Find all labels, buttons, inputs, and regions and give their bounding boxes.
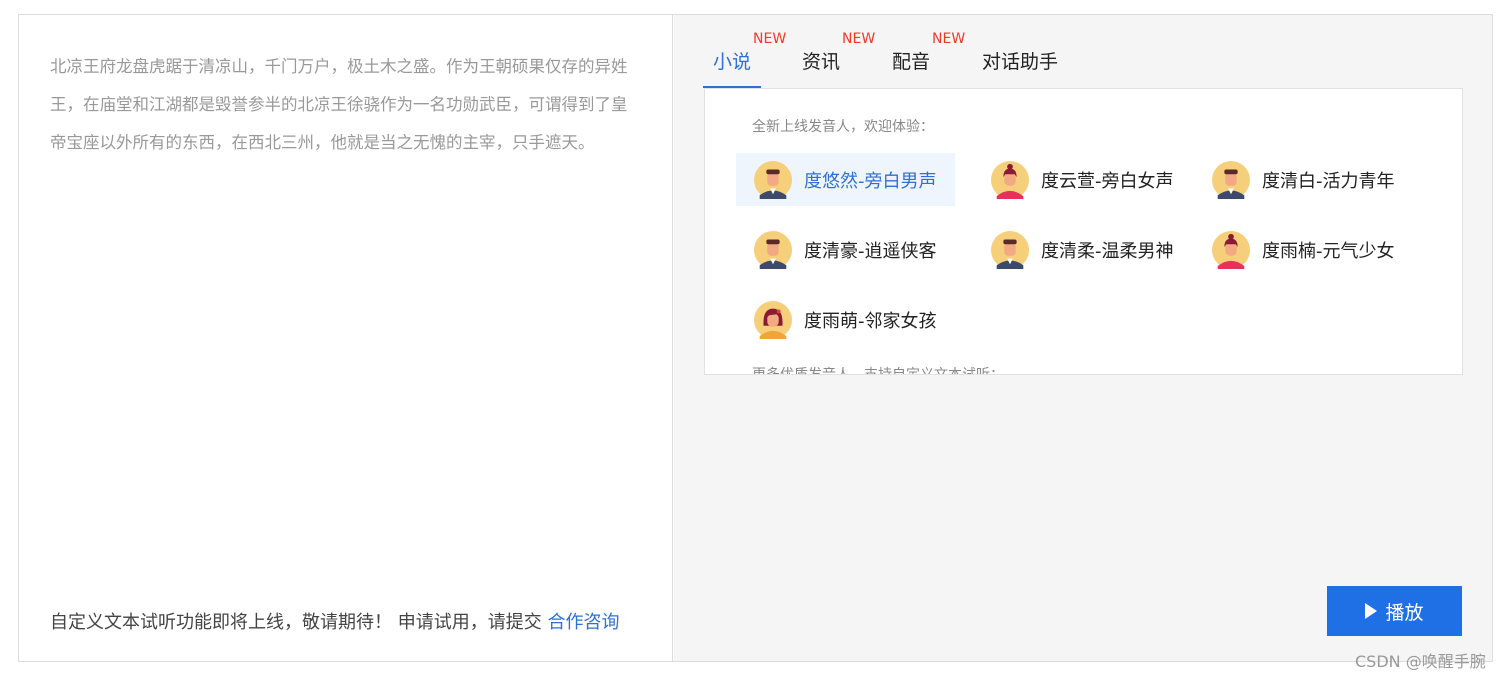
voice-name: 度清豪-逍遥侠客 bbox=[804, 240, 937, 262]
watermark: CSDN @唤醒手腕 bbox=[1355, 652, 1486, 671]
girl-avatar-icon bbox=[754, 300, 792, 339]
voice-name: 度云萱-旁白女声 bbox=[1041, 170, 1174, 192]
tab-novel[interactable]: 小说 NEW bbox=[702, 31, 786, 88]
cooperation-link[interactable]: 合作咨询 bbox=[547, 612, 619, 633]
tab-label: 对话助手 bbox=[982, 51, 1059, 73]
play-icon bbox=[1365, 603, 1378, 619]
tab-dialog-assistant[interactable]: 对话助手 bbox=[982, 35, 1058, 88]
notice-text: 自定义文本试听功能即将上线，敬请期待！ 申请试用，请提交 bbox=[50, 612, 548, 633]
female-avatar-icon bbox=[1212, 230, 1250, 269]
voice-list-panel: 全新上线发音人，欢迎体验： 度悠然-旁白男声 度云萱-旁白女声 度清白-活力青年… bbox=[704, 88, 1463, 375]
custom-text-notice: 自定义文本试听功能即将上线，敬请期待！ 申请试用，请提交 合作咨询 bbox=[50, 608, 619, 634]
tab-label: 配音 bbox=[892, 51, 931, 73]
new-badge: NEW bbox=[932, 31, 966, 47]
voice-name: 度雨楠-元气少女 bbox=[1262, 240, 1395, 262]
male-avatar-icon bbox=[991, 230, 1029, 269]
voice-option[interactable]: 度清柔-温柔男神 bbox=[973, 223, 1183, 276]
text-pane: 北凉王府龙盘虎踞于清凉山，千门万户，极土木之盛。作为王朝硕果仅存的异姓王，在庙堂… bbox=[19, 15, 673, 661]
voice-name: 度悠然-旁白男声 bbox=[804, 170, 937, 192]
tab-label: 小说 bbox=[713, 51, 752, 73]
voice-name: 度清柔-温柔男神 bbox=[1041, 240, 1174, 262]
male-avatar-icon bbox=[754, 160, 792, 199]
voice-option[interactable]: 度雨楠-元气少女 bbox=[1194, 223, 1404, 276]
voice-selector-pane: 小说 NEW 资讯 NEW 配音 NEW 对话助手 全新上线发音人，欢迎体验： bbox=[674, 15, 1492, 661]
tab-dubbing[interactable]: 配音 NEW bbox=[892, 31, 965, 88]
sample-text: 北凉王府龙盘虎踞于清凉山，千门万户，极土木之盛。作为王朝硕果仅存的异姓王，在庙堂… bbox=[50, 57, 628, 152]
female-avatar-icon bbox=[991, 160, 1029, 199]
male-avatar-icon bbox=[754, 230, 792, 269]
tab-news[interactable]: 资讯 NEW bbox=[802, 31, 875, 88]
category-tabs: 小说 NEW 资讯 NEW 配音 NEW 对话助手 bbox=[702, 31, 1103, 88]
voice-option[interactable]: 度云萱-旁白女声 bbox=[973, 153, 1183, 206]
new-voices-hint: 全新上线发音人，欢迎体验： bbox=[752, 119, 934, 135]
voice-name: 度清白-活力青年 bbox=[1262, 170, 1395, 192]
male-avatar-icon bbox=[1212, 160, 1250, 199]
voice-name: 度雨萌-邻家女孩 bbox=[804, 310, 937, 332]
new-badge: NEW bbox=[753, 31, 787, 47]
tts-demo-frame: 北凉王府龙盘虎踞于清凉山，千门万户，极土木之盛。作为王朝硕果仅存的异姓王，在庙堂… bbox=[18, 14, 1493, 662]
voice-option[interactable]: 度清白-活力青年 bbox=[1194, 153, 1404, 206]
play-label: 播放 bbox=[1385, 601, 1424, 624]
more-voices-hint: 更多优质发音人，支持自定义文本试听： bbox=[752, 367, 1004, 375]
voice-option[interactable]: 度清豪-逍遥侠客 bbox=[736, 223, 955, 276]
play-button[interactable]: 播放 bbox=[1327, 586, 1462, 636]
tab-label: 资讯 bbox=[802, 51, 841, 73]
voice-option[interactable]: 度悠然-旁白男声 bbox=[736, 153, 955, 206]
new-badge: NEW bbox=[842, 31, 876, 47]
voice-option[interactable]: 度雨萌-邻家女孩 bbox=[736, 293, 955, 346]
